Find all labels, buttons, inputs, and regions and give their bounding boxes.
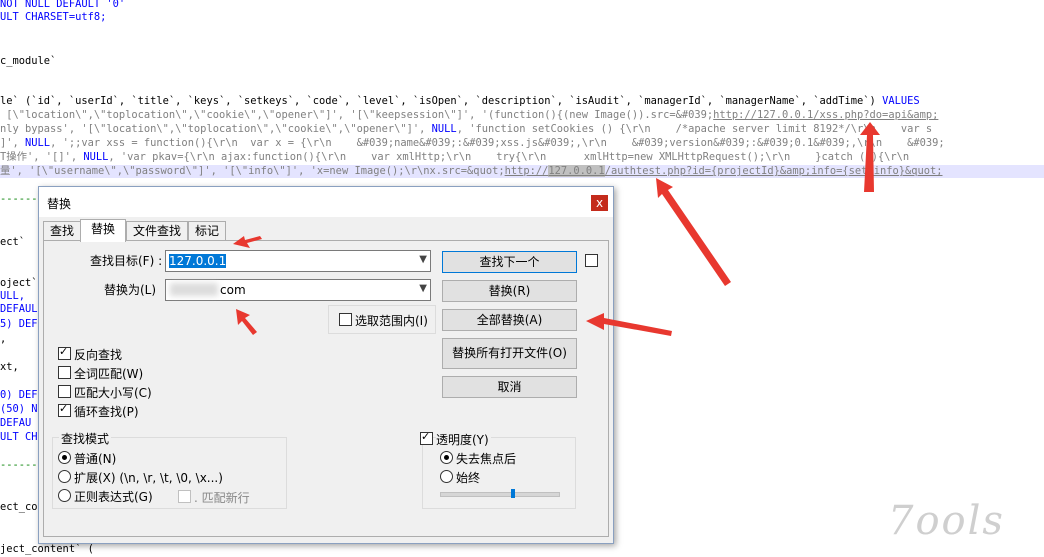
always-label: 始终	[456, 471, 481, 485]
chevron-down-icon[interactable]: ▼	[419, 254, 427, 265]
match-case-label: 匹配大小写(C)	[74, 386, 152, 400]
code-text: 量', '[\"username\",\"password\"]', '[\"i…	[0, 165, 505, 177]
code-text: [\"location\",\"toplocation\",\"cookie\"…	[0, 109, 714, 121]
red-arrow-icon	[656, 178, 731, 286]
code-line: ULT CHARSET=utf8;	[0, 11, 107, 23]
backward-checkbox[interactable]	[58, 345, 71, 360]
wrap-around-checkbox[interactable]	[58, 402, 71, 417]
code-line: 0) DEF	[0, 389, 38, 401]
replace-all-button[interactable]: 全部替换(A)	[442, 309, 577, 331]
code-line: xt,	[0, 361, 19, 373]
code-url: /authtest.php?id={projectId}&amp;info={s…	[604, 165, 943, 177]
code-line: ject_content` (	[0, 543, 94, 555]
mode-regex-radio[interactable]	[58, 489, 71, 502]
code-url: http://127.0.0.1/xss.php?do=api&amp;	[713, 109, 939, 121]
code-line: ]', NULL, ';;var xss = function(){\r\n v…	[0, 137, 945, 150]
whole-word-label: 全词匹配(W)	[74, 367, 144, 381]
code-keyword: NULL	[83, 151, 109, 163]
close-button[interactable]: x	[591, 195, 608, 211]
find-next-extra-checkbox[interactable]	[585, 254, 598, 267]
mode-normal-radio[interactable]	[58, 451, 71, 464]
code-text: T操作', '[]',	[0, 151, 84, 163]
replace-input[interactable]: com ▼	[165, 279, 431, 301]
replace-button[interactable]: 替换(R)	[442, 280, 577, 302]
replace-tab-panel: 查找目标(F) : 127.0.0.1 ▼ 替换为(L) com ▼ 选取范围内…	[43, 240, 609, 537]
tab-mark[interactable]: 标记	[188, 221, 226, 240]
always-radio[interactable]	[440, 470, 453, 483]
chevron-down-icon[interactable]: ▼	[419, 283, 427, 294]
mode-extended-radio[interactable]	[58, 470, 71, 483]
code-text: , ';;var xss = function(){\r\n var x = {…	[50, 137, 945, 149]
code-line: ULL,	[0, 290, 26, 302]
cancel-button[interactable]: 取消	[442, 376, 577, 398]
transparency-slider[interactable]	[440, 492, 560, 497]
dialog-titlebar[interactable]: 替换 x	[39, 187, 613, 217]
mode-extended-label: 扩展(X) (\n, \r, \t, \0, \x...)	[74, 471, 223, 485]
code-line: NOT NULL DEFAULT '0'	[0, 0, 126, 10]
mode-normal-label: 普通(N)	[74, 452, 117, 466]
code-line: ULT CH	[0, 431, 38, 443]
code-line: ect`	[0, 236, 26, 248]
backward-label: 反向查找	[74, 348, 123, 362]
replace-dialog: 替换 x 查找 替换 文件查找 标记 查找目标(F) : 127.0.0.1 ▼…	[38, 186, 614, 544]
code-url: http://	[504, 165, 549, 177]
code-line: [\"location\",\"toplocation\",\"cookie\"…	[0, 109, 938, 122]
dot-newline-label: . 匹配新行	[194, 491, 250, 505]
code-text: ]',	[0, 137, 26, 149]
code-line: le` (`id`, `userId`, `title`, `keys`, `s…	[0, 95, 920, 108]
on-lose-focus-radio[interactable]	[440, 451, 453, 464]
find-input[interactable]: 127.0.0.1 ▼	[165, 250, 431, 272]
code-text: nly bypass', '[\"location\",\"toplocatio…	[0, 123, 432, 135]
transparency-label: 透明度(Y)	[436, 431, 491, 448]
watermark-logo: 7ools	[888, 498, 1005, 544]
code-keyword: VALUES	[882, 95, 920, 107]
find-input-value: 127.0.0.1	[169, 254, 227, 268]
replace-input-value: com	[220, 283, 246, 297]
code-line: ect_co	[0, 501, 38, 513]
transparency-checkbox[interactable]	[420, 430, 433, 445]
code-text: , 'function setCookies () {\r\n /*apache…	[456, 123, 933, 135]
code-line: nly bypass', '[\"location\",\"toplocatio…	[0, 123, 932, 136]
mode-regex-label: 正则表达式(G)	[74, 490, 153, 504]
search-mode-title: 查找模式	[59, 430, 112, 447]
code-line: oject`	[0, 277, 38, 289]
transparency-slider-thumb[interactable]	[510, 489, 515, 498]
find-label: 查找目标(F) :	[90, 254, 163, 268]
code-line: 5) DEF	[0, 318, 38, 330]
replace-all-open-files-button[interactable]: 替换所有打开文件(O)	[442, 338, 577, 369]
code-match-highlight: 127.0.0.1	[548, 165, 605, 177]
code-keyword: NULL	[25, 137, 51, 149]
close-icon: x	[595, 196, 604, 210]
redacted-text	[170, 283, 218, 296]
code-line-current: 量', '[\"username\",\"password\"]', '[\"i…	[0, 165, 1044, 178]
code-line: T操作', '[]', NULL, 'var pkav={\r\n ajax:f…	[0, 151, 909, 164]
find-next-button[interactable]: 查找下一个	[442, 251, 577, 273]
code-line: (50) N	[0, 403, 38, 415]
tab-find-in-files[interactable]: 文件查找	[126, 221, 188, 240]
code-text: le` (`id`, `userId`, `title`, `keys`, `s…	[0, 95, 883, 107]
tab-replace[interactable]: 替换	[80, 219, 126, 242]
code-text: , 'var pkav={\r\n ajax:function(){\r\n v…	[108, 151, 910, 163]
match-case-checkbox[interactable]	[58, 385, 71, 398]
dot-newline-checkbox[interactable]	[178, 490, 191, 503]
on-lose-focus-label: 失去焦点后	[456, 452, 517, 466]
replace-label: 替换为(L)	[104, 283, 157, 297]
wrap-around-label: 循环查找(P)	[74, 405, 139, 419]
code-line: c_module`	[0, 55, 57, 67]
whole-word-checkbox[interactable]	[58, 366, 71, 379]
dialog-title: 替换	[47, 197, 72, 211]
tab-find[interactable]: 查找	[43, 221, 81, 240]
code-line: ,	[0, 333, 7, 345]
in-selection-label: 选取范围内(I)	[355, 314, 428, 328]
code-line: DEFAU	[0, 417, 32, 429]
code-keyword: NULL	[431, 123, 457, 135]
in-selection-checkbox[interactable]	[339, 313, 352, 326]
